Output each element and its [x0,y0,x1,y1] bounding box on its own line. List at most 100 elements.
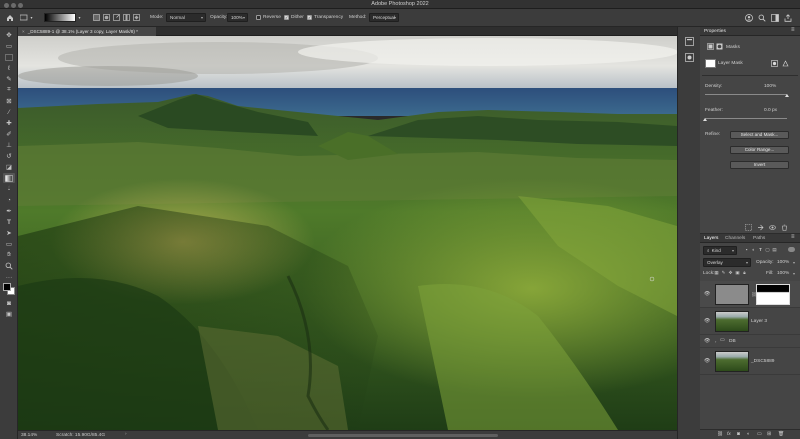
color-range-button[interactable]: Color Range... [730,146,789,154]
history-panel-icon[interactable] [684,36,694,46]
lock-artboard-icon[interactable]: ▣ [735,270,740,276]
pen-tool-icon[interactable]: ✒︎ [3,206,15,216]
foreground-color-swatch-front[interactable] [3,283,11,291]
select-pixel-mask-icon[interactable] [771,60,778,67]
feather-slider-thumb[interactable] [703,118,707,121]
density-value[interactable]: 100% [764,84,776,89]
screen-mode-icon[interactable]: ▣ [3,309,15,319]
paths-tab[interactable]: Paths [753,236,765,241]
layer-opacity-value[interactable]: 100% [777,260,789,265]
diamond-gradient-icon[interactable] [132,13,140,22]
filter-type-icon[interactable]: T [758,247,763,253]
scratch-info[interactable]: Scratch: 15.90G/85.4G [56,433,105,438]
delete-mask-icon[interactable] [781,224,788,231]
crop-tool-icon[interactable]: ⌗ [3,85,15,95]
quick-mask-icon[interactable]: ◙ [3,298,15,308]
gradient-picker-chevron-icon[interactable]: ▾ [77,14,82,21]
linear-gradient-icon[interactable] [92,13,100,22]
new-layer-icon[interactable]: ⊞ [767,432,771,437]
gradient-tool-active-icon[interactable] [3,173,15,183]
channels-tab[interactable]: Channels [725,236,745,241]
zoom-level[interactable]: 38.14% [21,433,37,438]
layer-row-adjustment[interactable]: 👁︎ ⛓︎ [700,281,800,308]
lock-all-icon[interactable]: 🔒︎ [742,270,747,276]
status-menu-chevron-icon[interactable]: › [125,432,127,437]
opacity-chevron-icon[interactable]: ▾ [793,260,795,265]
filter-kind-select[interactable]: ⌕ Kind [703,246,737,255]
layers-panel-menu-icon[interactable]: ≡ [791,234,795,240]
user-icon[interactable] [744,13,753,22]
healing-brush-tool-icon[interactable]: ✚ [3,118,15,128]
adjustments-panel-icon[interactable] [684,52,694,62]
rectangle-tool-icon[interactable]: ▭ [3,239,15,249]
dodge-tool-icon[interactable]: ◔ [3,195,15,205]
document-tab[interactable]: × _DSC5889-1 @ 38.1% (Layer 3 copy, Layer… [18,27,156,36]
brush-tool-icon[interactable]: ✐ [3,129,15,139]
lock-transparent-icon[interactable]: ▦ [714,270,719,276]
link-layers-icon[interactable]: ⛓︎ [717,432,723,437]
filter-pixel-icon[interactable]: ▪ [744,247,749,253]
lasso-tool-icon[interactable]: ℓ [3,63,15,73]
delete-layer-icon[interactable]: 🗑︎ [778,432,784,437]
path-selection-tool-icon[interactable]: ➤ [3,228,15,238]
feather-value[interactable]: 0.0 px [764,108,777,113]
disable-mask-icon[interactable] [769,224,776,231]
gradient-tool-icon[interactable] [20,14,28,21]
search-icon[interactable] [757,13,766,22]
layer-visibility-eye-icon[interactable]: 👁︎ [704,358,710,364]
fill-chevron-icon[interactable]: ▾ [793,271,795,276]
layer-row-layer-3[interactable]: 👁︎ Layer 3 [700,308,800,335]
layer-style-fx-icon[interactable]: fx [727,432,731,437]
history-brush-tool-icon[interactable]: ↺ [3,151,15,161]
move-tool-icon[interactable]: ✥ [3,30,15,40]
apply-mask-icon[interactable] [757,224,764,231]
mode-select[interactable]: Normal [166,13,206,22]
transparency-checkbox[interactable]: ✓ [307,15,312,20]
more-tools-icon[interactable]: ··· [3,272,15,282]
reflected-gradient-icon[interactable] [122,13,130,22]
feather-slider[interactable] [705,118,787,119]
filter-shape-icon[interactable]: ▢ [765,247,770,253]
share-icon[interactable] [783,13,792,22]
blend-mode-select[interactable]: Overlay [703,258,751,267]
load-selection-icon[interactable] [745,224,752,231]
method-select[interactable]: Perceptual [369,13,399,22]
lock-pixels-icon[interactable]: ✎ [721,270,726,276]
clone-stamp-tool-icon[interactable]: ⊥ [3,140,15,150]
layer-row-dsc5889[interactable]: 👁︎ _DSC5889 [700,348,800,375]
angle-gradient-icon[interactable] [112,13,120,22]
vector-mask-icon[interactable] [716,43,723,50]
filter-adjustment-icon[interactable]: ◐ [751,247,756,253]
invert-button[interactable]: Invert [730,161,789,169]
hand-tool-icon[interactable]: ✋︎ [3,250,15,260]
panel-menu-icon[interactable]: ≡ [791,27,795,33]
artboard-tool-icon[interactable]: ▭ [3,41,15,51]
density-slider[interactable] [705,94,787,95]
select-and-mask-button[interactable]: Select and Mask... [730,131,789,139]
fill-value[interactable]: 100% [777,271,789,276]
opacity-input[interactable]: 100% [227,13,248,22]
horizontal-scrollbar[interactable] [308,434,498,437]
radial-gradient-icon[interactable] [102,13,110,22]
density-slider-thumb[interactable] [785,94,789,97]
home-icon[interactable] [5,13,14,22]
new-adjustment-icon[interactable]: ◐ [747,432,750,437]
document-canvas[interactable] [18,36,677,430]
reverse-checkbox[interactable] [256,15,261,20]
group-expand-chevron-icon[interactable]: › [715,339,716,344]
close-tab-icon[interactable]: × [22,29,25,34]
gradient-swatch[interactable] [44,13,76,22]
dither-checkbox[interactable]: ✓ [284,15,289,20]
layer-row-group-db[interactable]: 👁︎ › ▭ DB [700,335,800,348]
type-tool-icon[interactable]: T [3,217,15,227]
quick-select-tool-icon[interactable]: ✎ [3,74,15,84]
eraser-tool-icon[interactable]: ◪ [3,162,15,172]
filter-toggle[interactable] [788,247,795,252]
layer-mask-thumbnail[interactable] [756,284,790,305]
tool-preset-chevron-icon[interactable]: ▾ [29,14,34,21]
add-mask-icon[interactable]: ◙ [737,432,740,437]
marquee-tool-icon[interactable] [3,52,15,62]
layer-visibility-eye-icon[interactable]: 👁︎ [704,291,710,297]
select-vector-mask-icon[interactable] [782,60,789,67]
filter-smart-object-icon[interactable]: ▤ [772,247,777,253]
